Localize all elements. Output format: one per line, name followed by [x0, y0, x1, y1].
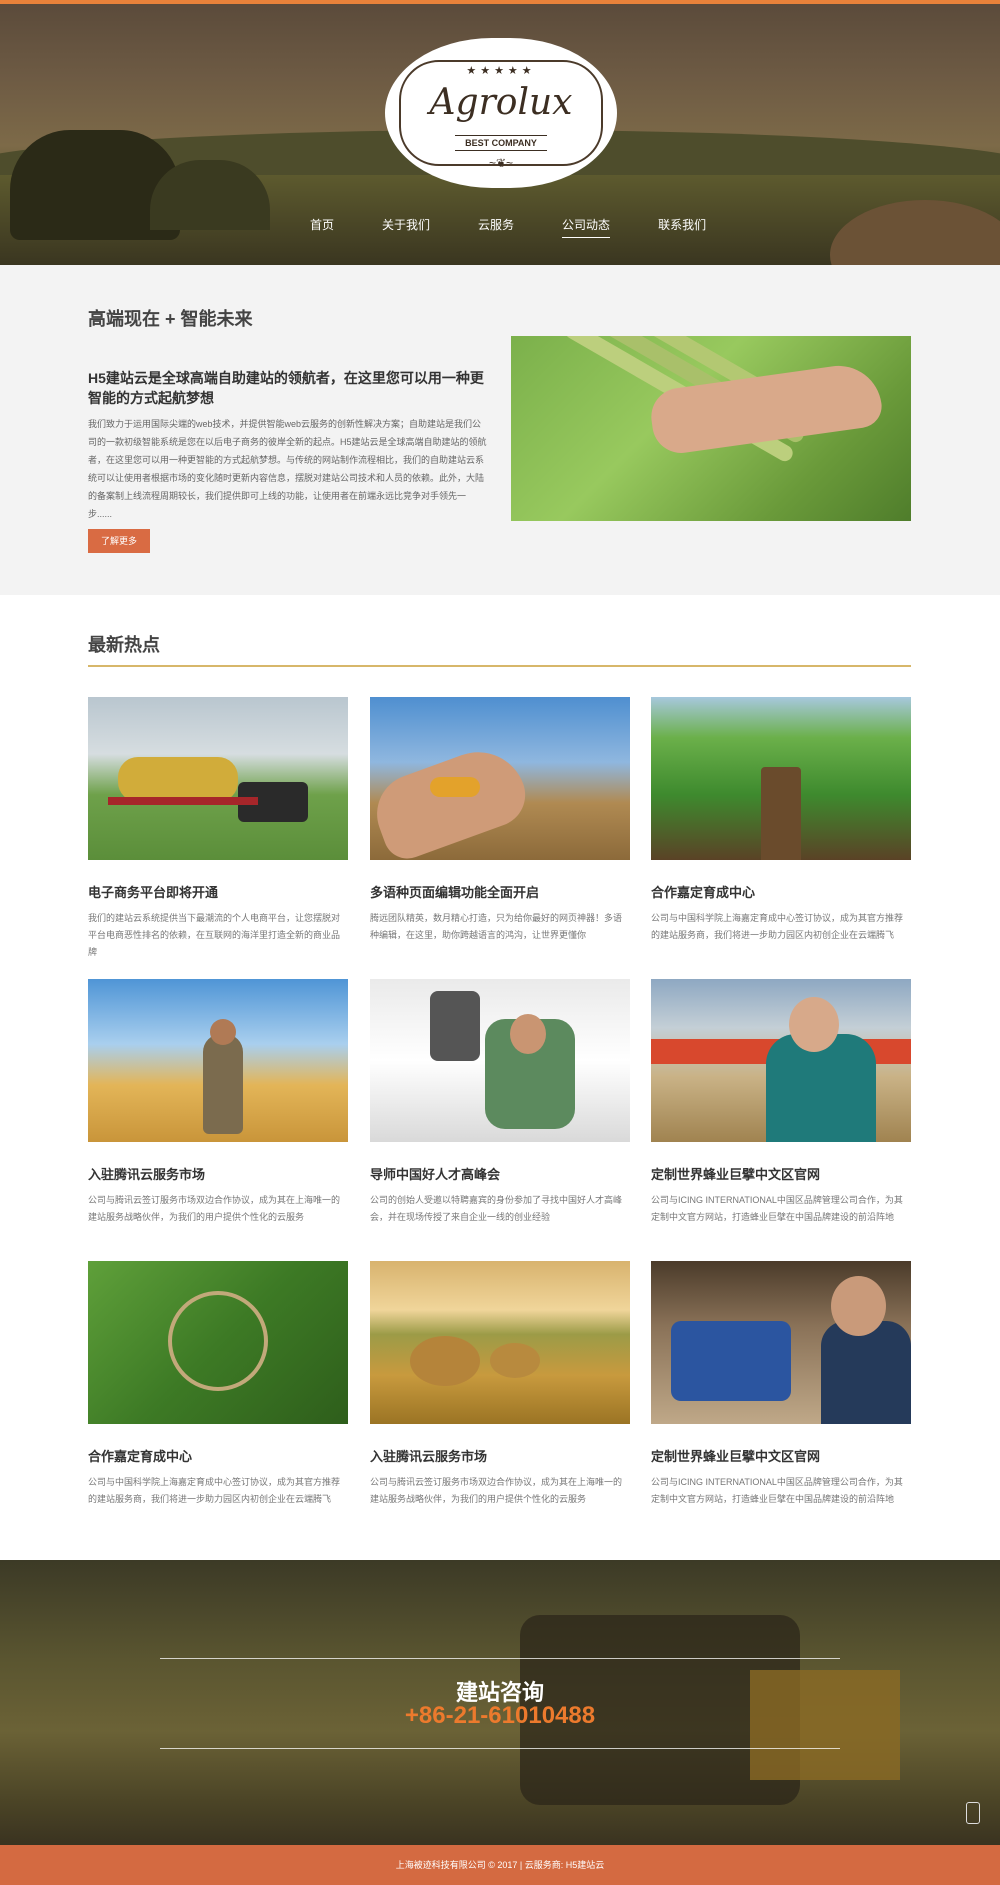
top-accent-line — [0, 0, 1000, 4]
news-card-desc: 公司与腾讯云签订服务市场双边合作协议，成为其在上海唯一的建站服务战略伙伴，为我们… — [88, 1195, 341, 1222]
nav-about[interactable]: 关于我们 — [382, 216, 430, 238]
logo-stars-icon: ★★★★★ — [466, 65, 536, 77]
wheat-hand-photo — [511, 336, 911, 521]
nav-contact[interactable]: 联系我们 — [658, 216, 706, 238]
old-farmer-photo — [651, 979, 911, 1142]
news-card-desc: 公司与中国科学院上海嘉定育成中心签订协议，成为其官方推荐的建站服务商，我们将进一… — [651, 913, 904, 940]
logo-tagline: BEST COMPANY — [455, 135, 547, 151]
news-card-title: 多语种页面编辑功能全面开启 — [370, 885, 540, 900]
footer: 上海被迹科技有限公司 © 2017 | 云服务商: H5建站云 — [0, 1845, 1000, 1885]
corn-hand-photo — [370, 697, 630, 860]
hand-shape — [647, 360, 885, 457]
news-card-desc: 公司与ICING INTERNATIONAL中国区品牌管理公司合作，为其定制中文… — [651, 1477, 903, 1504]
news-divider — [88, 665, 911, 667]
news-card[interactable]: 导师中国好人才高峰会 公司的创始人受邀以特聘嘉宾的身份参加了寻找中国好人才高峰会… — [370, 979, 630, 1226]
about-body: 我们致力于运用国际尖端的web技术，并提供智能web云服务的创新性解决方案；自助… — [88, 419, 487, 519]
news-card-desc: 公司与腾讯云签订服务市场双边合作协议，成为其在上海唯一的建站服务战略伙伴，为我们… — [370, 1477, 623, 1504]
about-subtitle: H5建站云是全球高端自助建站的领航者，在这里您可以用一种更智能的方式起航梦想 — [88, 370, 484, 406]
contact-banner: 建站咨询 +86-21-61010488 — [0, 1560, 1000, 1845]
news-card-title: 入驻腾讯云服务市场 — [88, 1167, 206, 1182]
truck-driver-photo — [370, 979, 630, 1142]
cta-divider-bottom — [160, 1748, 840, 1749]
news-card[interactable]: 定制世界蜂业巨擘中文区官网 公司与ICING INTERNATIONAL中国区品… — [651, 979, 911, 1226]
man-tractor-photo — [651, 1261, 911, 1424]
news-card[interactable]: 合作嘉定育成中心 公司与中国科学院上海嘉定育成中心签订协议，成为其官方推荐的建站… — [88, 1261, 348, 1508]
about-title: 高端现在 + 智能未来 — [88, 309, 253, 329]
news-card-desc: 公司的创始人受邀以特聘嘉宾的身份参加了寻找中国好人才高峰会，并在现场传授了来自企… — [370, 1195, 623, 1222]
news-card-desc: 腾远团队精英，数月精心打造，只为给你最好的网页神器！多语种编辑，在这里，助你跨越… — [370, 913, 623, 940]
nav-news[interactable]: 公司动态 — [562, 216, 611, 238]
news-card-title: 定制世界蜂业巨擘中文区官网 — [651, 1449, 821, 1464]
farmer-wheat-photo — [88, 979, 348, 1142]
logo[interactable]: ★★★★★ Agrolux BEST COMPANY ~❦~ — [385, 38, 617, 188]
news-title: 最新热点 — [88, 635, 160, 655]
green-beans-photo — [88, 1261, 348, 1424]
news-card[interactable]: 合作嘉定育成中心 公司与中国科学院上海嘉定育成中心签订协议，成为其官方推荐的建站… — [651, 697, 911, 944]
news-card-desc: 公司与ICING INTERNATIONAL中国区品牌管理公司合作，为其定制中文… — [651, 1195, 903, 1222]
mobile-icon[interactable] — [966, 1802, 980, 1824]
news-card-title: 合作嘉定育成中心 — [88, 1449, 193, 1464]
news-card-desc: 公司与中国科学院上海嘉定育成中心签订协议，成为其官方推荐的建站服务商，我们将进一… — [88, 1477, 341, 1504]
news-card[interactable]: 电子商务平台即将开通 我们的建站云系统提供当下最潮流的个人电商平台，让您摆脱对平… — [88, 697, 348, 961]
nav-cloud-service[interactable]: 云服务 — [478, 216, 514, 238]
news-card[interactable]: 入驻腾讯云服务市场 公司与腾讯云签订服务市场双边合作协议，成为其在上海唯一的建站… — [370, 1261, 630, 1508]
logo-flourish-icon: ~❦~ — [488, 156, 514, 170]
hay-bales-photo — [370, 1261, 630, 1424]
news-card[interactable]: 入驻腾讯云服务市场 公司与腾讯云签订服务市场双边合作协议，成为其在上海唯一的建站… — [88, 979, 348, 1226]
news-card-desc: 我们的建站云系统提供当下最潮流的个人电商平台，让您摆脱对平台电商恶性排名的依赖，… — [88, 913, 341, 957]
nav-home[interactable]: 首页 — [310, 216, 334, 238]
logo-name: Agrolux — [429, 82, 573, 123]
news-section: 最新热点 电子商务平台即将开通 我们的建站云系统提供当下最潮流的个人电商平台，让… — [0, 595, 1000, 1560]
news-card-title: 定制世界蜂业巨擘中文区官网 — [651, 1167, 821, 1182]
learn-more-button[interactable]: 了解更多 — [88, 529, 150, 553]
tractor-hay-photo — [88, 697, 348, 860]
about-section: 高端现在 + 智能未来 H5建站云是全球高端自助建站的领航者，在这里您可以用一种… — [0, 265, 1000, 595]
cta-divider-top — [160, 1658, 840, 1659]
news-card-title: 导师中国好人才高峰会 — [370, 1167, 501, 1182]
cta-phone[interactable]: +86-21-61010488 — [0, 1702, 1000, 1730]
news-card-title: 入驻腾讯云服务市场 — [370, 1449, 488, 1464]
news-card[interactable]: 定制世界蜂业巨擘中文区官网 公司与ICING INTERNATIONAL中国区品… — [651, 1261, 911, 1508]
news-card[interactable]: 多语种页面编辑功能全面开启 腾远团队精英，数月精心打造，只为给你最好的网页神器！… — [370, 697, 630, 944]
news-card-title: 合作嘉定育成中心 — [651, 885, 756, 900]
corn-field-photo — [651, 697, 911, 860]
news-card-title: 电子商务平台即将开通 — [88, 885, 219, 900]
main-nav: 首页 关于我们 云服务 公司动态 联系我们 — [310, 216, 754, 238]
header-banner: ★★★★★ Agrolux BEST COMPANY ~❦~ 首页 关于我们 云… — [0, 0, 1000, 265]
